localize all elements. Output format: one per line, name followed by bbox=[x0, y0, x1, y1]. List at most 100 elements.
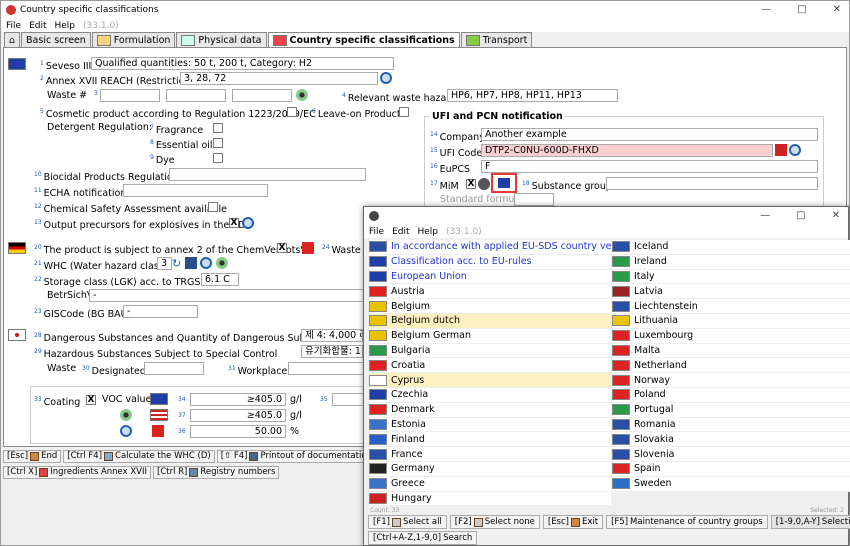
country-list-item[interactable]: Luxembourg bbox=[612, 328, 850, 344]
giscode-field[interactable]: - bbox=[123, 305, 198, 318]
country-list-item[interactable]: Spain bbox=[612, 461, 850, 477]
country-list-item[interactable]: Latvia bbox=[612, 284, 850, 300]
ingredients-annex-button[interactable]: [Ctrl X] Ingredients Annex XVII bbox=[3, 466, 151, 479]
refresh-icon[interactable]: ↻ bbox=[172, 257, 184, 270]
country-list-item[interactable]: Slovakia bbox=[612, 432, 850, 448]
registry-numbers-button[interactable]: [Ctrl R] Registry numbers bbox=[153, 466, 280, 479]
exit-button[interactable]: [Esc] Exit bbox=[542, 515, 604, 529]
chemverbotsv-checkbox[interactable]: X bbox=[277, 243, 287, 253]
leave-on-checkbox[interactable] bbox=[399, 107, 409, 117]
voc-value-field[interactable]: ≥405.0 bbox=[190, 409, 286, 422]
country-list-item[interactable]: Malta bbox=[612, 343, 850, 359]
menu-file[interactable]: File bbox=[6, 21, 21, 31]
search-icon[interactable] bbox=[380, 72, 392, 84]
betrsichv-field[interactable]: - bbox=[89, 289, 366, 302]
menu-edit[interactable]: Edit bbox=[392, 227, 409, 237]
dye-checkbox[interactable] bbox=[213, 153, 223, 163]
ufi-field[interactable]: DTP2-C0NU-600D-FHXD bbox=[481, 144, 773, 157]
maximize-icon[interactable]: □ bbox=[796, 210, 805, 221]
seveso-field[interactable]: Qualified quantities: 50 t, 200 t, Categ… bbox=[91, 57, 394, 70]
close-icon[interactable]: ✕ bbox=[832, 210, 840, 221]
select-all-button[interactable]: [F1] Select all bbox=[368, 515, 447, 529]
country-list-item[interactable]: In accordance with applied EU-SDS countr… bbox=[369, 240, 611, 255]
country-list-item[interactable]: Sweden bbox=[612, 476, 850, 492]
country-list-item[interactable]: Belgium dutch bbox=[369, 313, 611, 329]
country-list-item[interactable]: Italy bbox=[612, 269, 850, 285]
tab-country-specific[interactable]: Country specific classifications bbox=[267, 32, 460, 47]
menu-file[interactable]: File bbox=[369, 227, 384, 237]
substance-group-field[interactable] bbox=[606, 177, 818, 190]
maximize-icon[interactable]: □ bbox=[797, 4, 806, 15]
country-list-item[interactable]: Finland bbox=[369, 432, 611, 448]
explosives-checkbox[interactable]: X bbox=[229, 218, 239, 228]
country-list-item[interactable]: Belgium German bbox=[369, 328, 611, 344]
menu-edit[interactable]: Edit bbox=[29, 21, 46, 31]
tab-transport[interactable]: Transport bbox=[460, 32, 533, 47]
country-list-item[interactable]: Liechtenstein bbox=[612, 299, 850, 314]
minimize-icon[interactable]: — bbox=[761, 4, 771, 15]
country-list-item[interactable]: Slovenia bbox=[612, 447, 850, 462]
country-list-item[interactable]: Iceland bbox=[612, 240, 850, 255]
calculate-whc-button[interactable]: [Ctrl F4] Calculate the WHC (D) bbox=[63, 450, 215, 463]
lgk-field[interactable]: 6.1 C bbox=[201, 273, 239, 286]
country-list-item[interactable]: Portugal bbox=[612, 402, 850, 418]
country-list-item[interactable]: Greece bbox=[369, 476, 611, 492]
country-list-item[interactable]: Poland bbox=[612, 387, 850, 403]
country-list-item[interactable]: Bulgaria bbox=[369, 343, 611, 359]
minimize-icon[interactable]: — bbox=[760, 210, 770, 221]
tab-basic-screen[interactable]: Basic screen bbox=[21, 32, 91, 47]
close-icon[interactable]: ✕ bbox=[833, 4, 841, 15]
tab-formulation[interactable]: Formulation bbox=[91, 32, 176, 47]
country-list-item[interactable]: Germany bbox=[369, 461, 611, 477]
waste-field-3[interactable] bbox=[232, 89, 292, 102]
country-list-item[interactable]: Ireland bbox=[612, 254, 850, 270]
tab-home[interactable]: ⌂ bbox=[4, 32, 21, 47]
search-icon[interactable] bbox=[789, 144, 801, 156]
country-list-item[interactable]: Classification acc. to EU-rules bbox=[369, 254, 611, 270]
country-list-item[interactable]: European Union bbox=[369, 269, 611, 285]
designated-field[interactable] bbox=[144, 362, 204, 375]
gear-icon[interactable] bbox=[296, 89, 308, 101]
country-list-item[interactable]: Netherland bbox=[612, 358, 850, 374]
essential-oil-checkbox[interactable] bbox=[213, 138, 223, 148]
kr-dangerous-field[interactable]: 제 4: 4,000 리터 bbox=[301, 329, 363, 342]
csa-checkbox[interactable] bbox=[208, 202, 218, 212]
eupcs-field[interactable]: F bbox=[481, 160, 818, 173]
biocidal-field[interactable] bbox=[169, 168, 366, 181]
search-icon[interactable] bbox=[120, 425, 132, 437]
whc-field[interactable]: 3 bbox=[157, 257, 172, 270]
search-icon[interactable] bbox=[242, 217, 254, 229]
gear-icon[interactable] bbox=[120, 409, 132, 421]
workplace-field[interactable] bbox=[288, 362, 366, 375]
country-list-item[interactable]: Estonia bbox=[369, 417, 611, 433]
voc-value-field[interactable]: 50.00 bbox=[190, 425, 286, 438]
standard-formula-field[interactable] bbox=[514, 193, 554, 206]
tab-physical-data[interactable]: Physical data bbox=[176, 32, 267, 47]
info-icon[interactable] bbox=[478, 178, 490, 190]
country-list-item[interactable]: Romania bbox=[612, 417, 850, 433]
country-list-item[interactable]: Croatia bbox=[369, 358, 611, 374]
annex-field[interactable]: 3, 28, 72 bbox=[180, 72, 378, 85]
waste-field-2[interactable] bbox=[166, 89, 226, 102]
lock-icon[interactable] bbox=[775, 144, 787, 156]
search-button[interactable]: [Ctrl+A-Z,1-9,0] Search bbox=[368, 531, 478, 545]
gear-icon[interactable] bbox=[216, 257, 228, 269]
selection-button[interactable]: [1-9,0,A-Y]Selection bbox=[770, 515, 850, 529]
fragrance-checkbox[interactable] bbox=[213, 123, 223, 133]
search-icon[interactable] bbox=[200, 257, 212, 269]
menu-help[interactable]: Help bbox=[55, 21, 76, 31]
country-list-item[interactable]: Hungary bbox=[369, 491, 611, 507]
print-icon[interactable] bbox=[185, 257, 197, 269]
cosmetic-checkbox[interactable] bbox=[287, 107, 297, 117]
voc-col2-field[interactable] bbox=[332, 393, 366, 406]
waste-field-1[interactable] bbox=[100, 89, 160, 102]
echa-field[interactable] bbox=[123, 184, 268, 197]
maintenance-country-groups-button[interactable]: [F5] Maintenance of country groups bbox=[606, 515, 768, 529]
country-list-item[interactable]: Lithuania bbox=[612, 313, 850, 329]
country-list-item[interactable]: Belgium bbox=[369, 299, 611, 314]
kr-hazardous-field[interactable]: 유기화합물: 118 bbox=[301, 345, 363, 358]
end-button[interactable]: [Esc] End bbox=[3, 450, 62, 463]
coating-checkbox[interactable]: X bbox=[86, 395, 96, 405]
select-none-button[interactable]: [F2] Select none bbox=[449, 515, 540, 529]
country-list-item[interactable]: Czechia bbox=[369, 387, 611, 403]
